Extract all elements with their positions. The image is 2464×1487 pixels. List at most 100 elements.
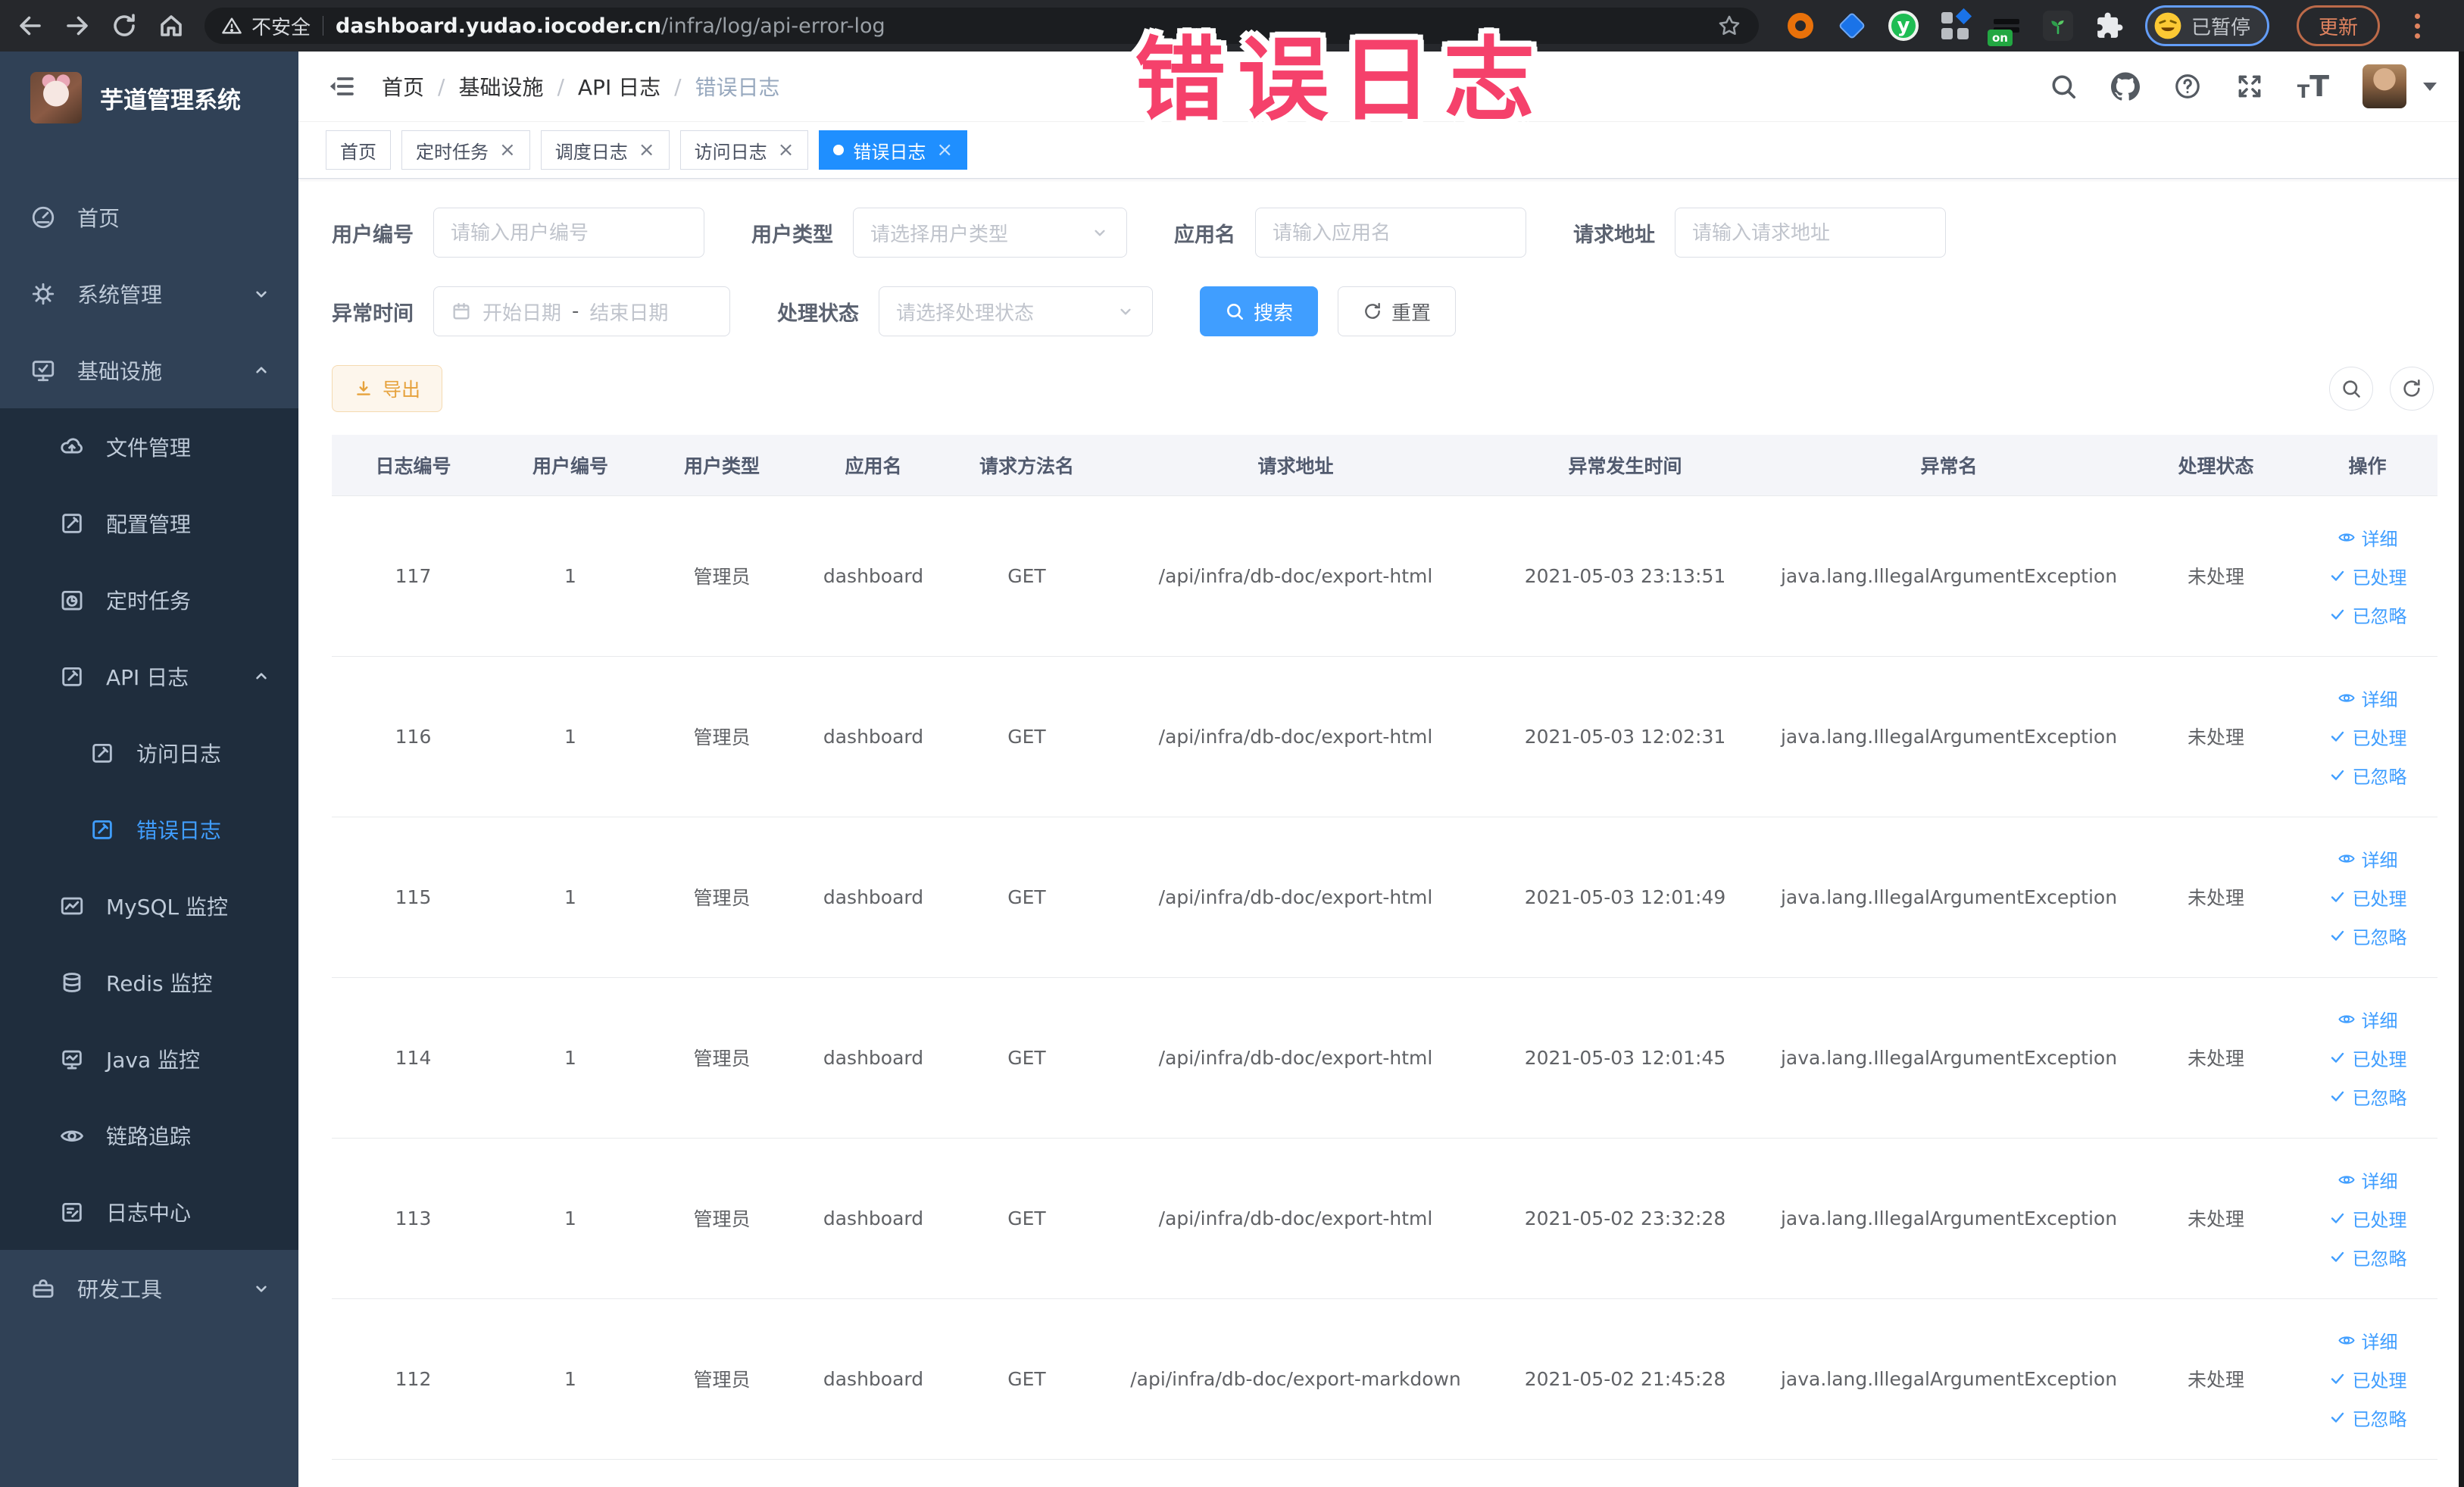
- extension-gem-icon[interactable]: [1836, 10, 1868, 42]
- address-bar[interactable]: 不安全 dashboard.yudao.iocoder.cn/infra/log…: [205, 8, 1759, 44]
- row-action-detail[interactable]: 详细: [2338, 1167, 2398, 1193]
- row-action-processed[interactable]: 已处理: [2328, 1205, 2407, 1232]
- tab-error-log[interactable]: 错误日志 ×: [819, 130, 968, 170]
- profile-paused-chip[interactable]: 已暂停: [2145, 5, 2270, 46]
- cell-status: 未处理: [2135, 977, 2297, 1139]
- exception-time-range-picker[interactable]: 开始日期 - 结束日期: [433, 286, 730, 336]
- forward-icon[interactable]: [64, 12, 91, 39]
- check-icon: [2331, 770, 2344, 780]
- log-edit-icon: [62, 667, 82, 686]
- sidebar-item-error-log[interactable]: 错误日志: [0, 791, 298, 867]
- tab-home[interactable]: 首页: [326, 130, 391, 170]
- site-security[interactable]: 不安全: [221, 12, 311, 40]
- process-status-select[interactable]: 请选择处理状态: [879, 286, 1153, 336]
- check-icon: [2331, 1251, 2344, 1262]
- row-action-ignored[interactable]: 已忽略: [2328, 1083, 2407, 1110]
- row-action-ignored[interactable]: 已忽略: [2328, 762, 2407, 789]
- cloud-upload-icon: [61, 437, 83, 454]
- sidebar: 芋道管理系统 首页 系统管理 基础设施 文件管理 配置管理 定时任务 API 日…: [0, 52, 298, 1487]
- extension-y-icon[interactable]: y: [1888, 10, 1919, 42]
- row-action-ignored[interactable]: 已忽略: [2328, 1244, 2407, 1270]
- row-action-ignored[interactable]: 已忽略: [2328, 1404, 2407, 1431]
- cell-status: 未处理: [2135, 656, 2297, 817]
- github-icon[interactable]: [2110, 72, 2140, 101]
- extension-on-switch-icon[interactable]: on: [1988, 10, 2022, 46]
- eye-icon: [60, 1129, 84, 1142]
- row-action-detail[interactable]: 详细: [2338, 1327, 2398, 1354]
- bookmark-star-icon[interactable]: [1716, 13, 1742, 39]
- refresh-table-button[interactable]: [2390, 367, 2434, 411]
- row-action-detail[interactable]: 详细: [2338, 845, 2398, 872]
- extension-grid-icon[interactable]: [1939, 8, 1972, 42]
- sidebar-item-trace[interactable]: 链路追踪: [0, 1097, 298, 1173]
- breadcrumb-item[interactable]: API 日志: [578, 71, 661, 102]
- tab-schedule-log[interactable]: 调度日志 ×: [540, 130, 670, 170]
- sidebar-item-home[interactable]: 首页: [0, 179, 298, 255]
- avatar-caret-icon[interactable]: [2423, 82, 2437, 91]
- cell-user_type: 管理员: [646, 1138, 798, 1299]
- breadcrumb-item[interactable]: 首页: [382, 71, 424, 102]
- view-icon: [2338, 854, 2355, 863]
- sidebar-item-scheduled-tasks[interactable]: 定时任务: [0, 561, 298, 638]
- close-icon[interactable]: ×: [936, 140, 953, 160]
- font-size-icon[interactable]: TT: [2297, 72, 2329, 101]
- search-button[interactable]: 搜索: [1200, 286, 1319, 336]
- sidebar-item-mysql-monitor[interactable]: MySQL 监控: [0, 867, 298, 944]
- row-action-ignored[interactable]: 已忽略: [2328, 601, 2407, 628]
- sidebar-item-file-management[interactable]: 文件管理: [0, 408, 298, 485]
- update-button[interactable]: 更新: [2297, 5, 2381, 46]
- user-type-select[interactable]: 请选择用户类型: [853, 208, 1127, 258]
- close-icon[interactable]: ×: [778, 140, 795, 160]
- sidebar-item-dev-tools[interactable]: 研发工具: [0, 1250, 298, 1326]
- help-icon[interactable]: [2173, 72, 2202, 101]
- row-action-ignored[interactable]: 已忽略: [2328, 923, 2407, 949]
- sidebar-item-redis-monitor[interactable]: Redis 监控: [0, 944, 298, 1020]
- logo-row[interactable]: 芋道管理系统: [0, 52, 298, 144]
- cell-id: 114: [332, 977, 495, 1139]
- sidebar-item-access-log[interactable]: 访问日志: [0, 714, 298, 791]
- row-action-detail[interactable]: 详细: [2338, 1006, 2398, 1032]
- user-avatar[interactable]: [2363, 64, 2406, 108]
- row-action-processed[interactable]: 已处理: [2328, 723, 2407, 750]
- extensions-puzzle-icon[interactable]: [2094, 10, 2125, 42]
- search-icon[interactable]: [2049, 72, 2078, 101]
- show-search-button[interactable]: [2329, 367, 2373, 411]
- cell-user_id: 1: [495, 656, 646, 817]
- calendar-icon: [453, 302, 470, 320]
- row-action-processed[interactable]: 已处理: [2328, 1366, 2407, 1392]
- tab-scheduled-tasks[interactable]: 定时任务 ×: [401, 130, 530, 170]
- refresh-icon: [2403, 379, 2420, 397]
- sidebar-item-java-monitor[interactable]: Java 监控: [0, 1020, 298, 1097]
- row-action-detail[interactable]: 详细: [2338, 524, 2398, 551]
- close-icon[interactable]: ×: [639, 140, 655, 160]
- user-id-input[interactable]: [433, 208, 704, 258]
- sidebar-item-infrastructure[interactable]: 基础设施: [0, 332, 298, 408]
- tab-access-log[interactable]: 访问日志 ×: [679, 130, 809, 170]
- back-icon[interactable]: [17, 12, 44, 39]
- browser-menu-icon[interactable]: [2415, 13, 2421, 39]
- sidebar-fold-icon[interactable]: [326, 71, 356, 102]
- app-name-input[interactable]: [1255, 208, 1526, 258]
- sidebar-item-config-management[interactable]: 配置管理: [0, 485, 298, 561]
- cell-time: 2021-05-03 23:13:51: [1487, 495, 1763, 657]
- row-action-processed[interactable]: 已处理: [2328, 884, 2407, 911]
- extension-plant-icon[interactable]: [2042, 10, 2074, 42]
- extension-orange-icon[interactable]: [1785, 10, 1816, 42]
- search-icon: [1227, 304, 1244, 320]
- reset-button[interactable]: 重置: [1338, 286, 1457, 336]
- sidebar-item-log-center[interactable]: 日志中心: [0, 1173, 298, 1250]
- row-action-processed[interactable]: 已处理: [2328, 1045, 2407, 1071]
- request-url-input[interactable]: [1675, 208, 1946, 258]
- close-icon[interactable]: ×: [499, 140, 516, 160]
- sidebar-item-api-log[interactable]: API 日志: [0, 638, 298, 714]
- page-url: dashboard.yudao.iocoder.cn/infra/log/api…: [336, 14, 885, 38]
- export-button[interactable]: 导出: [332, 365, 443, 412]
- row-action-detail[interactable]: 详细: [2338, 685, 2398, 711]
- home-icon[interactable]: [158, 12, 185, 39]
- sidebar-item-system-management[interactable]: 系统管理: [0, 255, 298, 332]
- reload-icon[interactable]: [111, 12, 138, 39]
- check-icon: [2331, 609, 2344, 620]
- breadcrumb-item[interactable]: 基础设施: [458, 71, 543, 102]
- fullscreen-icon[interactable]: [2235, 72, 2264, 101]
- row-action-processed[interactable]: 已处理: [2328, 563, 2407, 589]
